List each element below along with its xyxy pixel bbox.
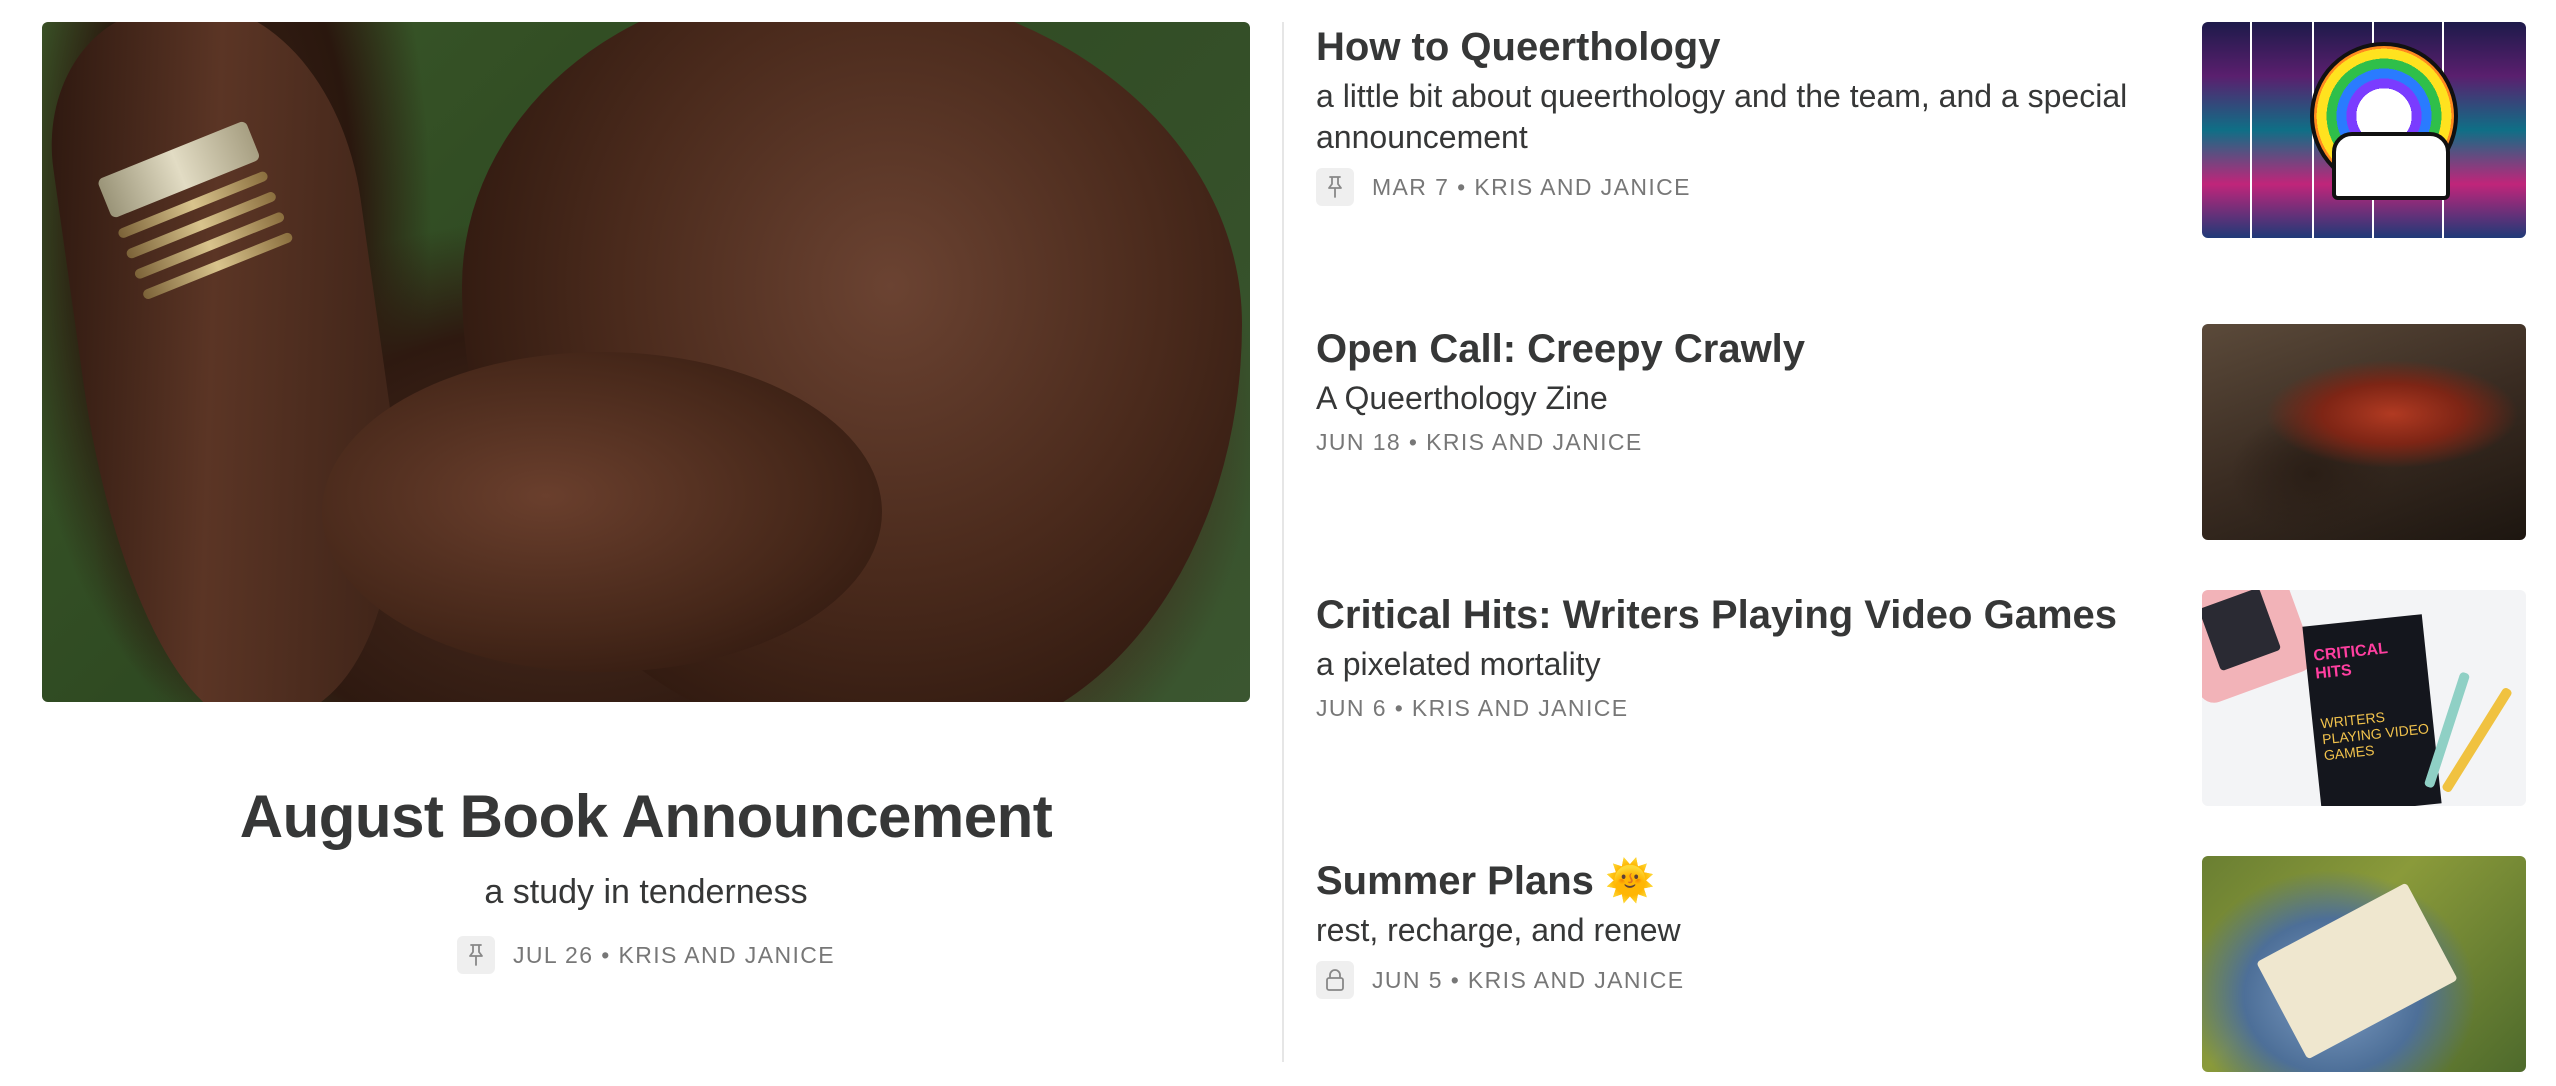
book-cover-title: CRITICAL HITS [2312,640,2389,683]
post-date-authors: JUN 18 • KRIS AND JANICE [1316,429,1643,455]
featured-post-subtitle[interactable]: a study in tenderness [42,873,1250,912]
thumbnail-open-notebook [2256,882,2458,1060]
post-item[interactable]: How to Queerthology a little bit about q… [1316,22,2526,238]
post-item[interactable]: Critical Hits: Writers Playing Video Gam… [1316,590,2526,806]
image-elbow-shape [322,352,882,672]
post-title[interactable]: Open Call: Creepy Crawly [1316,324,2176,374]
thumbnail-book-cover: CRITICAL HITS WRITERS PLAYING VIDEO GAME… [2302,614,2442,806]
post-thumbnail[interactable] [2202,324,2526,540]
post-subtitle[interactable]: rest, recharge, and renew [1316,910,2176,951]
post-meta: JUN 5 • KRIS AND JANICE [1316,961,2176,999]
featured-post-title[interactable]: August Book Announcement [42,782,1250,851]
sun-emoji-icon: 🌞 [1605,859,1655,903]
featured-post-meta: JUL 26 • KRIS AND JANICE [42,936,1250,974]
post-thumbnail[interactable] [2202,856,2526,1072]
post-title[interactable]: How to Queerthology [1316,22,2176,72]
book-cover-subtitle: WRITERS PLAYING VIDEO GAMES [2319,708,2430,764]
post-meta: JUN 18 • KRIS AND JANICE [1316,429,2176,456]
post-thumbnail[interactable]: CRITICAL HITS WRITERS PLAYING VIDEO GAME… [2202,590,2526,806]
post-title[interactable]: Critical Hits: Writers Playing Video Gam… [1316,590,2176,640]
post-text: How to Queerthology a little bit about q… [1316,22,2176,206]
post-subtitle[interactable]: A Queerthology Zine [1316,378,2176,419]
post-item[interactable]: Summer Plans 🌞 rest, recharge, and renew… [1316,856,2526,1072]
post-item[interactable]: Open Call: Creepy Crawly A Queerthology … [1316,324,2526,540]
pin-icon [1316,168,1354,206]
post-subtitle[interactable]: a little bit about queerthology and the … [1316,76,2176,158]
pin-icon [457,936,495,974]
featured-post-image[interactable] [42,22,1250,702]
post-date-authors: JUN 5 • KRIS AND JANICE [1372,966,1685,993]
featured-post[interactable]: August Book Announcement a study in tend… [42,22,1250,974]
post-subtitle[interactable]: a pixelated mortality [1316,644,2176,685]
featured-post-date-authors: JUL 26 • KRIS AND JANICE [513,941,835,968]
post-text: Critical Hits: Writers Playing Video Gam… [1316,590,2176,722]
lock-icon [1316,961,1354,999]
post-date-authors: JUN 6 • KRIS AND JANICE [1316,695,1629,721]
post-text: Summer Plans 🌞 rest, recharge, and renew… [1316,856,2176,999]
post-title[interactable]: Summer Plans 🌞 [1316,856,2176,906]
post-thumbnail[interactable] [2202,22,2526,238]
book-logo [2332,132,2450,200]
thumbnail-phone [2202,590,2318,708]
post-date-authors: MAR 7 • KRIS AND JANICE [1372,173,1691,200]
post-meta: JUN 6 • KRIS AND JANICE [1316,695,2176,722]
post-title-text: Summer Plans [1316,859,1594,903]
post-meta: MAR 7 • KRIS AND JANICE [1316,168,2176,206]
post-text: Open Call: Creepy Crawly A Queerthology … [1316,324,2176,456]
column-divider [1282,22,1284,1062]
